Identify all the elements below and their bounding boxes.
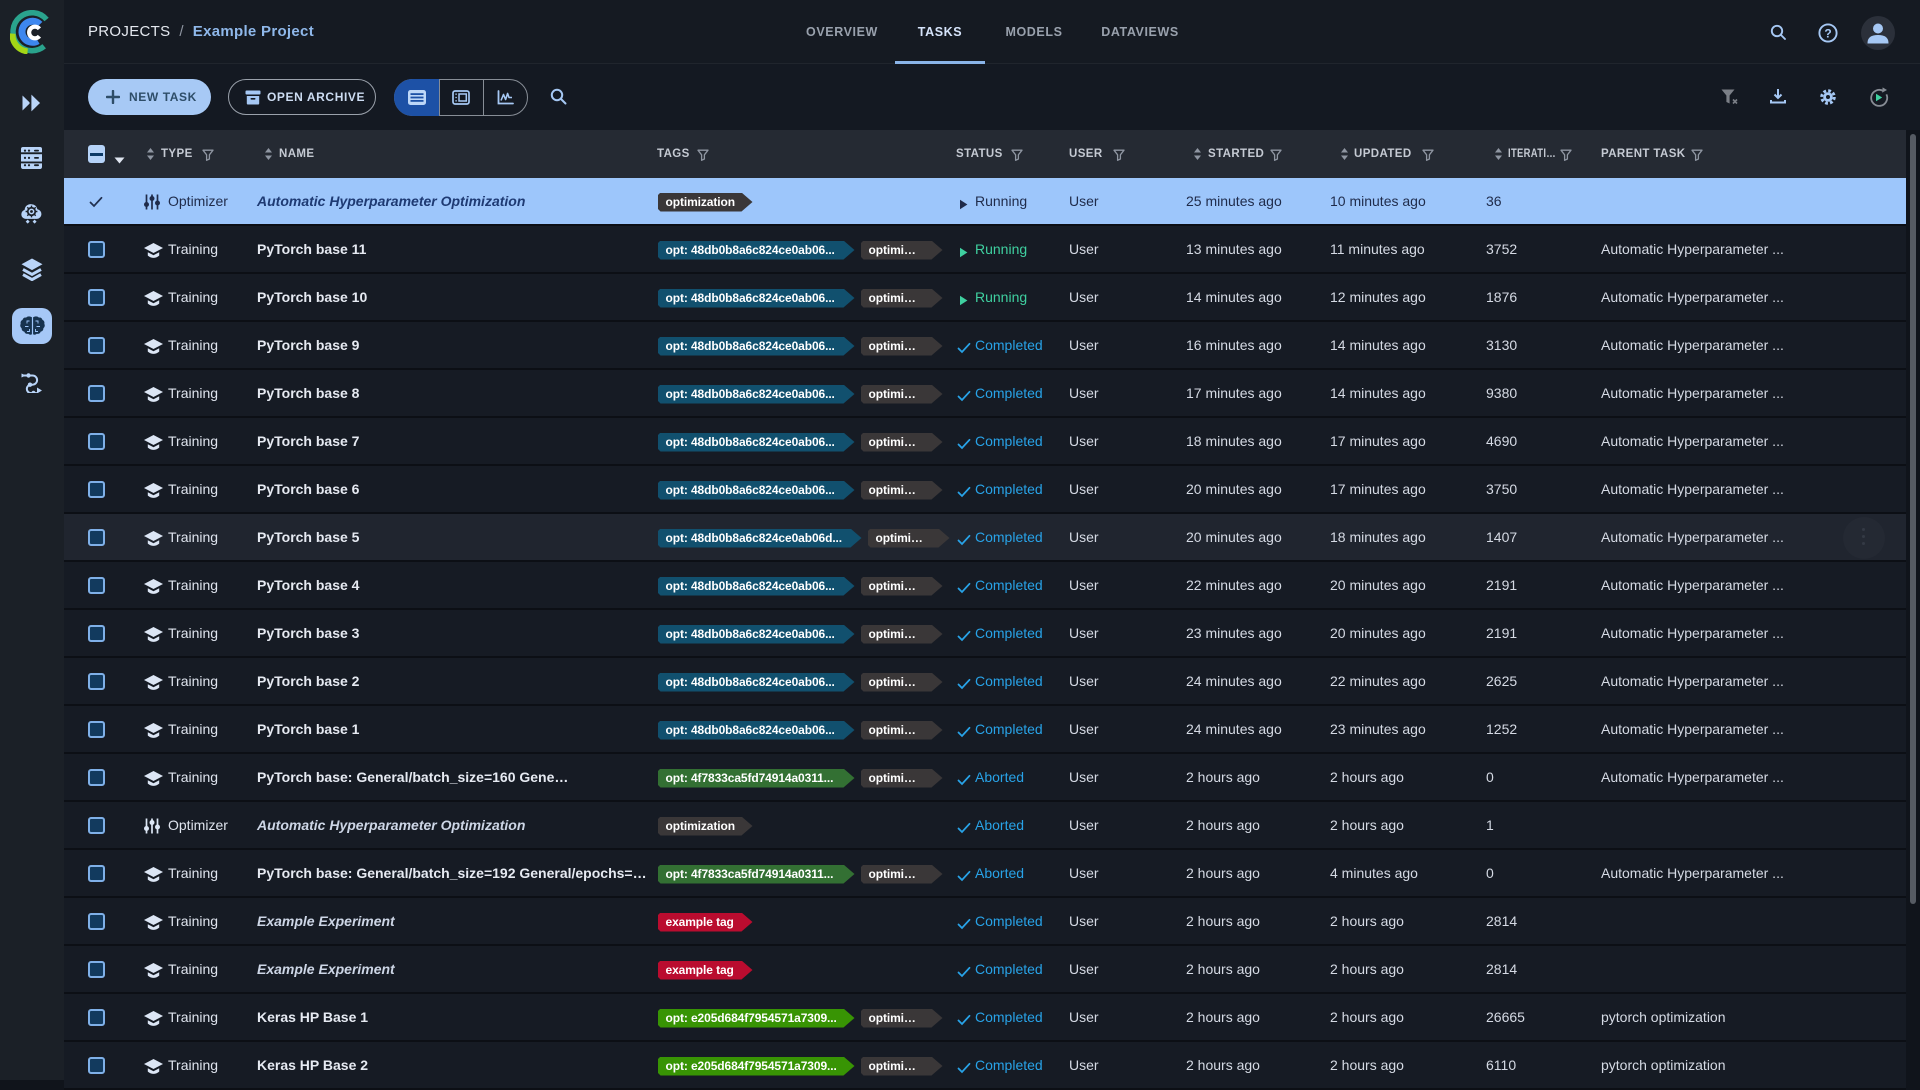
svg-text:?: ?: [1824, 27, 1831, 41]
